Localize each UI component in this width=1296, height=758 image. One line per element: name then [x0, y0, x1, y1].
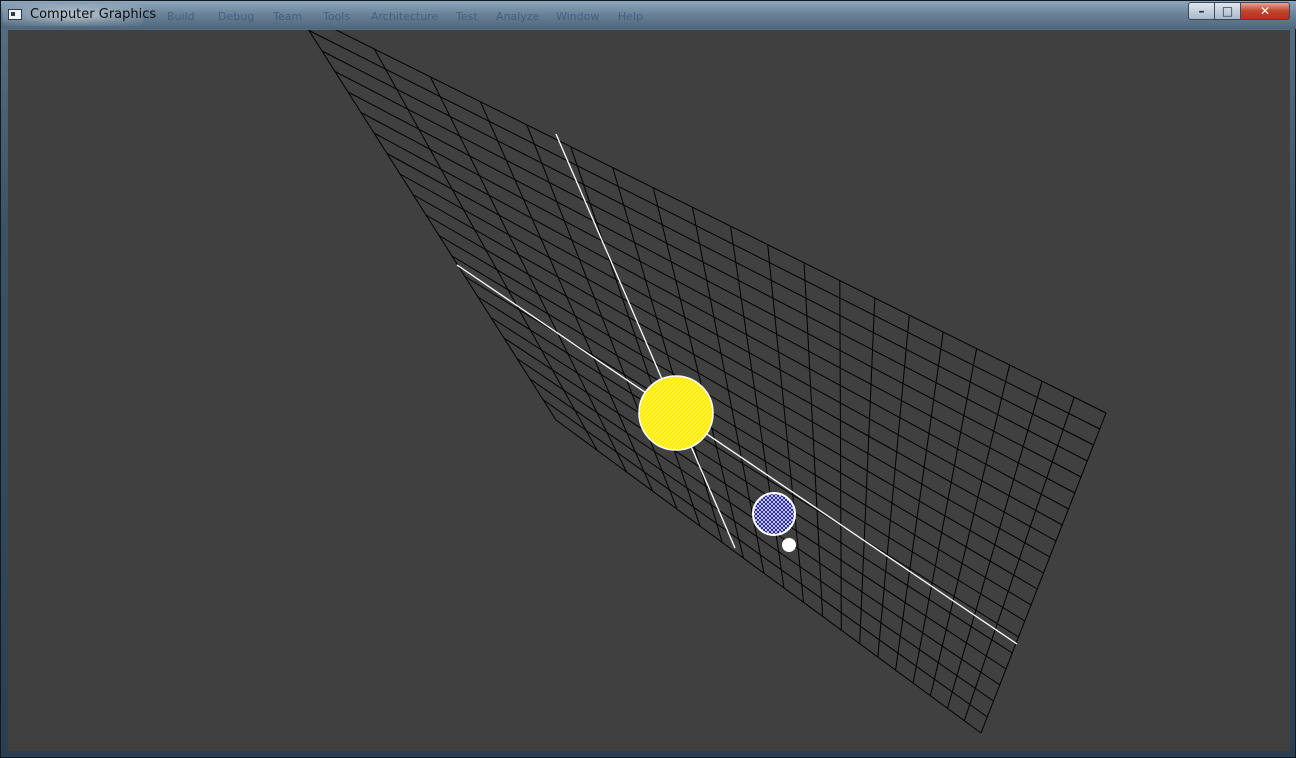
background-menu-ghost: Build Debug Team Tools Architecture Test… [167, 10, 658, 23]
ghost-menu-item: Test [456, 10, 478, 23]
ghost-menu-item: Build [167, 10, 195, 23]
grid-plane [308, 30, 1107, 734]
ghost-menu-item: Help [618, 10, 644, 23]
grid-line [360, 112, 1076, 494]
opengl-viewport[interactable] [8, 30, 1290, 751]
window-title: Computer Graphics [30, 7, 157, 22]
title-bar[interactable]: Computer Graphics Build Debug Team Tools… [1, 1, 1296, 29]
ghost-menu-item: Tools [323, 10, 351, 23]
sun-sphere [638, 375, 714, 451]
ghost-menu-item: Architecture [371, 10, 439, 23]
window-controls: – □ ✕ [1188, 2, 1290, 21]
grid-line [308, 30, 1101, 430]
planet-sphere [752, 492, 796, 536]
maximize-button[interactable]: □ [1215, 2, 1241, 20]
moon-sphere [782, 538, 796, 552]
ghost-menu-item: Debug [218, 10, 255, 23]
ghost-menu-item: Analyze [496, 10, 540, 23]
window-frame: Computer Graphics Build Debug Team Tools… [0, 0, 1296, 758]
ghost-menu-item: Team [273, 10, 303, 23]
console-app-icon[interactable] [8, 9, 22, 20]
close-button[interactable]: ✕ [1241, 2, 1290, 20]
grid-line [425, 214, 1044, 574]
x-axis-line [456, 264, 1018, 645]
grid-line [412, 194, 1051, 558]
grid-line [386, 153, 1063, 526]
minimize-button[interactable]: – [1188, 2, 1215, 20]
grid-line [963, 397, 1075, 721]
grid-line [980, 412, 1107, 734]
grid-line [335, 30, 1107, 414]
scene-canvas [308, 30, 1107, 734]
grid-line [321, 50, 1094, 446]
grid-line [451, 255, 1032, 606]
ghost-menu-item: Window [556, 10, 600, 23]
grid-line [347, 91, 1082, 478]
grid-line [464, 276, 1026, 622]
grid-line [373, 132, 1069, 510]
